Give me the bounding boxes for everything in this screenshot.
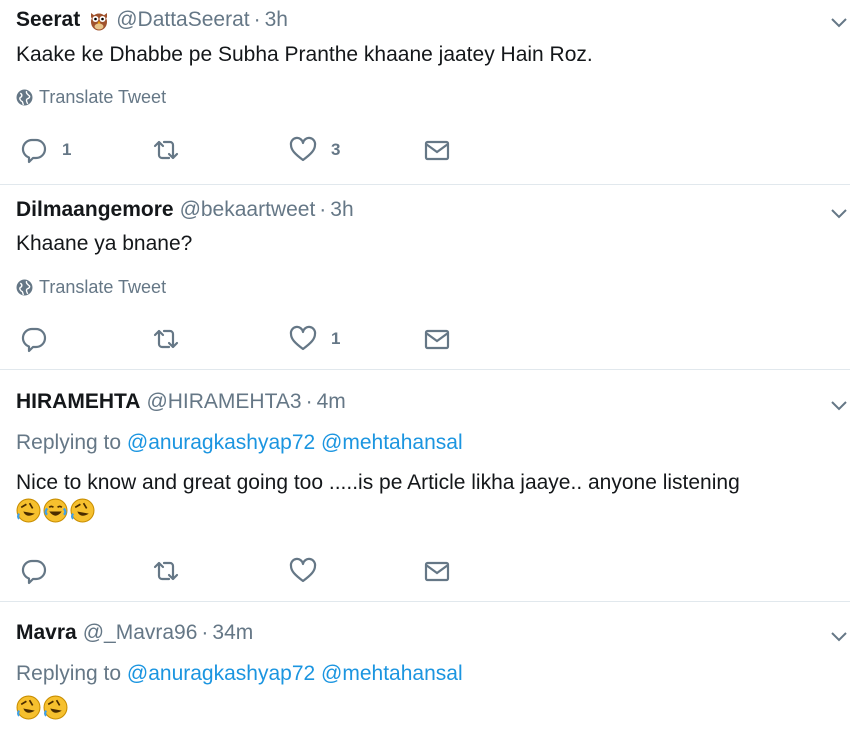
retweet-button[interactable]	[152, 136, 180, 164]
rolling-laughing-emoji-icon	[43, 695, 68, 720]
like-button[interactable]: 1	[289, 325, 340, 353]
author-name[interactable]: HIRAMEHTA	[16, 390, 140, 414]
mention-link[interactable]: @anuragkashyap72	[127, 662, 315, 685]
tweet-mavra[interactable]: Mavra @_Mavra96 · 34m Replying to @anura…	[0, 619, 850, 725]
direct-message-button[interactable]	[423, 136, 451, 164]
author-name[interactable]: Mavra	[16, 621, 77, 645]
author-handle[interactable]: @DattaSeerat	[116, 8, 249, 32]
tweet-header: Dilmaangemore @bekaartweet · 3h	[16, 196, 850, 224]
chevron-down-icon[interactable]	[830, 208, 848, 220]
tweet-divider	[0, 369, 850, 370]
tweet-header: Mavra @_Mavra96 · 34m	[16, 619, 850, 647]
tweet-actions: 1 3	[0, 136, 850, 164]
tweet-text: Kaake ke Dhabbe pe Subha Pranthe khaane …	[16, 43, 593, 66]
reply-button[interactable]: 1	[20, 136, 71, 164]
separator-dot: ·	[201, 621, 209, 644]
tweet-divider	[0, 184, 850, 185]
like-count: 3	[331, 140, 341, 159]
reply-count: 1	[62, 140, 72, 159]
tweet-text: Khaane ya bnane?	[16, 232, 193, 255]
timestamp[interactable]: 34m	[212, 621, 253, 645]
retweet-button[interactable]	[152, 557, 180, 585]
separator-dot: ·	[319, 198, 327, 221]
retweet-button[interactable]	[152, 325, 180, 353]
globe-icon	[16, 279, 33, 295]
retweet-icon	[153, 140, 179, 160]
retweet-icon	[153, 561, 179, 581]
tweet-actions: 1	[0, 325, 850, 353]
reply-icon	[21, 559, 47, 585]
envelope-icon	[424, 140, 450, 161]
direct-message-button[interactable]	[423, 325, 451, 353]
chevron-down-icon[interactable]	[830, 17, 848, 29]
mention-link[interactable]: @mehtahansal	[321, 431, 463, 454]
author-handle[interactable]: @_Mavra96	[83, 621, 198, 645]
tweet-actions	[0, 557, 850, 585]
rolling-laughing-emoji-icon	[70, 498, 95, 523]
author-handle[interactable]: @bekaartweet	[180, 198, 316, 222]
separator-dot: ·	[305, 390, 313, 413]
reply-icon	[21, 327, 47, 353]
rolling-laughing-emoji-icon	[16, 695, 41, 720]
tweet-header: Seerat @DattaSeerat · 3h	[16, 6, 850, 34]
reply-button[interactable]	[20, 557, 62, 585]
translate-tweet-link[interactable]: Translate Tweet	[16, 85, 850, 109]
owl-emoji-icon	[91, 13, 108, 31]
heart-icon	[289, 557, 317, 583]
replying-to-label: Replying to	[16, 431, 122, 454]
timestamp[interactable]: 3h	[330, 198, 353, 222]
tweet-hiramehta[interactable]: HIRAMEHTA @HIRAMEHTA3 · 4m Replying to @…	[0, 388, 850, 528]
rolling-laughing-emoji-icon	[16, 498, 41, 523]
reply-button[interactable]	[20, 325, 62, 353]
emoji-row	[16, 498, 850, 528]
tweet-text: Nice to know and great going too .....is…	[16, 471, 740, 494]
heart-icon	[289, 136, 317, 162]
heart-icon	[289, 325, 317, 351]
chevron-down-icon[interactable]	[830, 631, 848, 643]
globe-icon	[16, 89, 33, 105]
replying-to-label: Replying to	[16, 662, 122, 685]
translate-tweet-link[interactable]: Translate Tweet	[16, 275, 850, 299]
emoji-row	[16, 695, 850, 725]
separator-dot: ·	[253, 8, 261, 31]
replying-to: Replying to @anuragkashyap72 @mehtahansa…	[16, 428, 850, 458]
like-button[interactable]: 3	[289, 136, 340, 164]
envelope-icon	[424, 329, 450, 350]
envelope-icon	[424, 561, 450, 582]
tears-of-joy-emoji-icon	[43, 498, 68, 523]
chevron-down-icon[interactable]	[830, 400, 848, 412]
author-name[interactable]: Seerat	[16, 8, 80, 32]
translate-tweet-label: Translate Tweet	[39, 276, 167, 297]
translate-tweet-label: Translate Tweet	[39, 86, 167, 107]
retweet-icon	[153, 329, 179, 349]
replying-to: Replying to @anuragkashyap72 @mehtahansa…	[16, 659, 850, 689]
timestamp[interactable]: 4m	[317, 390, 346, 414]
tweet-divider	[0, 601, 850, 602]
like-count: 1	[331, 329, 341, 348]
like-button[interactable]	[289, 557, 331, 585]
mention-link[interactable]: @anuragkashyap72	[127, 431, 315, 454]
author-name[interactable]: Dilmaangemore	[16, 198, 174, 222]
direct-message-button[interactable]	[423, 557, 451, 585]
tweet-seerat[interactable]: Seerat @DattaSeerat · 3h Kaake ke Dhabbe…	[0, 6, 850, 109]
mention-link[interactable]: @mehtahansal	[321, 662, 463, 685]
reply-icon	[21, 138, 47, 164]
timestamp[interactable]: 3h	[265, 8, 288, 32]
author-handle[interactable]: @HIRAMEHTA3	[146, 390, 301, 414]
tweet-dilmaangemore[interactable]: Dilmaangemore @bekaartweet · 3h Khaane y…	[0, 196, 850, 299]
tweet-header: HIRAMEHTA @HIRAMEHTA3 · 4m	[16, 388, 850, 416]
